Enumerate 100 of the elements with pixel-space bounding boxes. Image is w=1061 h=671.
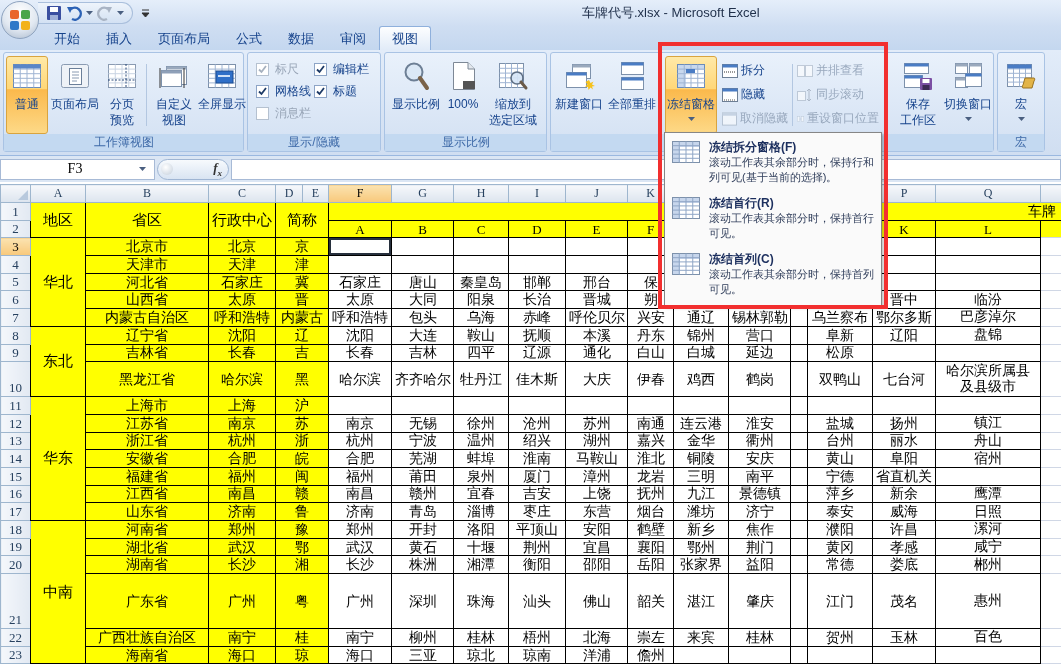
ribbon-button[interactable]: 普通 xyxy=(6,56,48,134)
group-label: 显示比例 xyxy=(385,134,546,151)
ribbon-button[interactable]: 全部重排 xyxy=(606,56,658,134)
caret-icon xyxy=(687,117,695,121)
header-cell: 省区 xyxy=(85,202,209,238)
table-cell: 黑龙江省 xyxy=(85,361,209,397)
name-box[interactable]: F3 xyxy=(0,158,155,180)
table-cell: 江门 xyxy=(807,573,873,629)
row-header[interactable]: 21 xyxy=(0,573,31,629)
checkbox[interactable]: 标题 xyxy=(314,82,376,101)
table-cell: 华北 xyxy=(30,237,86,327)
checkmark-icon xyxy=(315,64,326,75)
office-logo-icon xyxy=(8,8,32,32)
ribbon-button[interactable]: 100% xyxy=(443,56,483,134)
column-header[interactable]: J xyxy=(594,186,599,200)
office-button[interactable] xyxy=(1,1,39,39)
table-cell: 哈尔滨 xyxy=(208,361,276,397)
column-header[interactable]: P xyxy=(900,186,908,200)
checkmark-icon xyxy=(315,86,326,97)
checkbox[interactable]: 网格线 xyxy=(256,82,314,101)
table-cell: 大庆 xyxy=(565,361,628,397)
table-cell: 佳木斯 xyxy=(508,361,566,397)
table-cell: 黑 xyxy=(275,361,329,397)
column-header[interactable]: K xyxy=(646,186,655,200)
table-cell: 齐齐哈尔 xyxy=(391,361,454,397)
header-cell: 地区 xyxy=(30,202,86,238)
frozen-grid-icon xyxy=(671,139,701,165)
column-header[interactable]: F xyxy=(356,186,364,200)
select-all-icon xyxy=(18,190,28,200)
ribbon-button[interactable]: 页面布局 xyxy=(48,56,102,134)
ribbon-button[interactable]: 显示比例 xyxy=(389,56,443,134)
table-cell: 广东省 xyxy=(85,573,209,629)
table-cell: 双鸭山 xyxy=(807,361,873,397)
column-header[interactable]: H xyxy=(476,186,486,200)
column-header[interactable]: I xyxy=(535,186,539,200)
ribbon-button[interactable]: 自定义 视图 xyxy=(151,56,197,134)
ribbon-tab[interactable]: 公式 xyxy=(223,28,275,50)
menu-item[interactable]: 冻结拆分窗格(F) 滚动工作表其余部分时，保持行和列可见(基于当前的选择)。 xyxy=(665,135,881,191)
ribbon-tab[interactable]: 审阅 xyxy=(327,28,379,50)
ribbon-tab[interactable]: 插入 xyxy=(93,28,145,50)
table-cell: 鸡西 xyxy=(673,361,729,397)
grid-magnifier-icon xyxy=(497,60,529,92)
ribbon-button[interactable]: 全屏显示 xyxy=(197,56,247,134)
table-cell: 广州 xyxy=(208,573,276,629)
table-cell: 哈尔滨 xyxy=(328,361,392,397)
ribbon-button[interactable]: 冻结窗格 xyxy=(665,56,717,134)
table-cell: 茂名 xyxy=(872,573,936,629)
group-label: 宏 xyxy=(998,134,1044,151)
checkmark-icon xyxy=(257,64,268,75)
caret-icon xyxy=(139,167,146,171)
ribbon-button[interactable]: 隐藏 xyxy=(720,84,790,105)
ribbon-button[interactable]: 宏 xyxy=(999,56,1043,134)
row-header[interactable]: 10 xyxy=(0,361,31,397)
table-cell: 肇庆 xyxy=(728,573,791,629)
pages-icon xyxy=(797,63,813,78)
scroll-sync-icon xyxy=(797,87,813,102)
table-cell: 伊春 xyxy=(627,361,674,397)
window-icon xyxy=(722,87,738,102)
redo-icon xyxy=(97,5,113,21)
table-cell: 惠州 xyxy=(935,573,1041,629)
table-cell: 中南 xyxy=(30,520,86,664)
ribbon-button[interactable]: 新建窗口 xyxy=(552,56,606,134)
ribbon-button[interactable]: 切换窗口 xyxy=(942,56,994,134)
checkmark-icon xyxy=(257,86,268,97)
column-header[interactable]: A xyxy=(53,186,63,200)
column-header[interactable]: G xyxy=(418,186,427,200)
table-cell: 七台河 xyxy=(872,361,936,397)
header-cell: 简称 xyxy=(275,202,329,238)
group-label: 显示/隐藏 xyxy=(248,134,380,151)
caret-icon xyxy=(117,11,124,15)
group-label: 工作簿视图 xyxy=(4,134,243,151)
ribbon-tab[interactable]: 页面布局 xyxy=(145,28,223,50)
table-cell: 汕头 xyxy=(508,573,566,629)
frozen-grid-icon xyxy=(671,195,701,221)
ribbon-tab[interactable]: 数据 xyxy=(275,28,327,50)
column-header[interactable]: Q xyxy=(983,186,993,200)
table-cell: 华东 xyxy=(30,396,86,521)
ribbon-button[interactable]: 拆分 xyxy=(720,60,790,81)
table-cell: 广州 xyxy=(328,573,392,629)
ribbon-tab[interactable]: 开始 xyxy=(41,28,93,50)
customize-icon xyxy=(141,8,150,18)
circle-icon xyxy=(161,163,173,175)
window-icon xyxy=(722,111,737,126)
caret-icon xyxy=(86,11,93,15)
table-cell: 哈尔滨所属县及县级市 xyxy=(935,361,1041,397)
frozen-grid-icon xyxy=(671,251,701,277)
ribbon-button[interactable]: 缩放到 选定区域 xyxy=(483,56,543,134)
ribbon-button[interactable]: 保存 工作区 xyxy=(894,56,942,134)
table-cell: 韶关 xyxy=(627,573,674,629)
menu-item-description: 滚动工作表其余部分时，保持首列可见。 xyxy=(709,267,875,297)
table-cell: 粤 xyxy=(275,573,329,629)
checkbox[interactable]: 编辑栏 xyxy=(314,60,376,79)
ribbon-tab[interactable]: 视图 xyxy=(379,26,431,50)
ribbon-button[interactable]: 分页 预览 xyxy=(102,56,142,134)
table-cell: 深圳 xyxy=(391,573,454,629)
column-header[interactable]: B xyxy=(143,186,151,200)
caret-icon xyxy=(1017,117,1025,121)
column-header[interactable]: C xyxy=(238,186,246,200)
undo-icon xyxy=(66,5,82,21)
insert-function-button[interactable]: f$_{x}$ xyxy=(213,160,222,178)
